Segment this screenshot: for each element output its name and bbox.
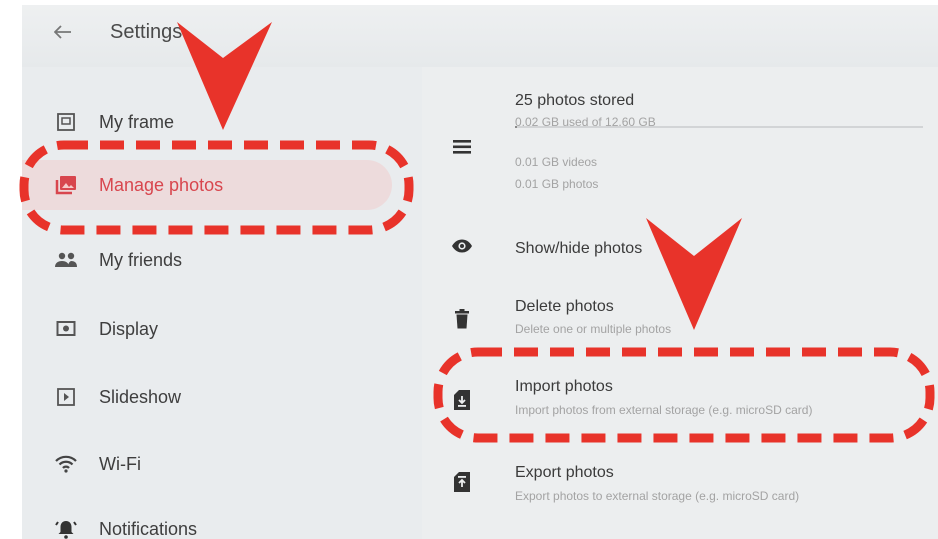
- top-bar: Settings: [22, 5, 938, 67]
- storage-title: 25 photos stored: [515, 92, 635, 109]
- photo-library-icon: [54, 173, 78, 197]
- option-label: Import photos: [515, 378, 613, 395]
- sidebar-item-label: My frame: [99, 111, 175, 132]
- option-label: Export photos: [515, 464, 614, 481]
- option-label: Show/hide photos: [515, 240, 643, 257]
- sidebar-item-label: Display: [99, 318, 159, 339]
- sidebar-item-slideshow[interactable]: Slideshow: [22, 372, 422, 422]
- sidebar-item-manage-photos[interactable]: Manage photos: [22, 160, 392, 210]
- trash-icon: [450, 307, 474, 331]
- sidebar-item-label: Manage photos: [99, 174, 224, 195]
- sidebar-item-label: Wi-Fi: [99, 453, 141, 474]
- sidebar-item-notifications[interactable]: Notifications: [22, 504, 422, 539]
- storage-progress-bar: [515, 126, 923, 128]
- sidebar-item-label: Slideshow: [99, 386, 182, 407]
- people-icon: [54, 248, 78, 272]
- option-label: Delete photos: [515, 298, 614, 315]
- sidebar-item-wifi[interactable]: Wi-Fi: [22, 439, 422, 489]
- storage-videos: 0.01 GB videos: [515, 155, 598, 169]
- slideshow-icon: [54, 385, 78, 409]
- display-icon: [54, 317, 78, 341]
- sd-card-import-icon: [450, 388, 474, 412]
- eye-icon: [450, 234, 474, 258]
- storage-photos: 0.01 GB photos: [515, 177, 599, 191]
- option-description: Import photos from external storage (e.g…: [515, 403, 813, 417]
- list-icon: [450, 135, 474, 159]
- storage-summary[interactable]: 25 photos stored 0.02 GB used of 12.60 G…: [422, 67, 938, 217]
- storage-progress-fill: [515, 126, 518, 128]
- back-arrow-icon: [54, 25, 71, 39]
- sidebar-item-display[interactable]: Display: [22, 304, 422, 354]
- sidebar-item-my-friends[interactable]: My friends: [22, 235, 422, 285]
- import-photos-option[interactable]: Import photos Import photos from externa…: [422, 369, 938, 429]
- sidebar-item-label: Notifications: [99, 518, 198, 539]
- delete-photos-option[interactable]: Delete photos Delete one or multiple pho…: [422, 287, 938, 347]
- frame-icon: [54, 110, 78, 134]
- notifications-active-icon: [54, 517, 78, 539]
- settings-screen: Settings My frame Manage photos My frien…: [22, 5, 938, 539]
- wifi-icon: [54, 452, 78, 476]
- option-description: Delete one or multiple photos: [515, 322, 672, 336]
- sidebar-item-my-frame[interactable]: My frame: [22, 97, 422, 147]
- sidebar: My frame Manage photos My friends Displa…: [22, 67, 422, 539]
- option-description: Export photos to external storage (e.g. …: [515, 489, 800, 503]
- back-button[interactable]: [48, 17, 78, 47]
- export-photos-option[interactable]: Export photos Export photos to external …: [422, 452, 938, 512]
- sidebar-item-label: My friends: [99, 249, 183, 270]
- sd-card-export-icon: [450, 470, 474, 494]
- page-title: Settings: [110, 21, 183, 43]
- content-panel: 25 photos stored 0.02 GB used of 12.60 G…: [422, 67, 938, 539]
- show-hide-photos-option[interactable]: Show/hide photos: [422, 217, 938, 277]
